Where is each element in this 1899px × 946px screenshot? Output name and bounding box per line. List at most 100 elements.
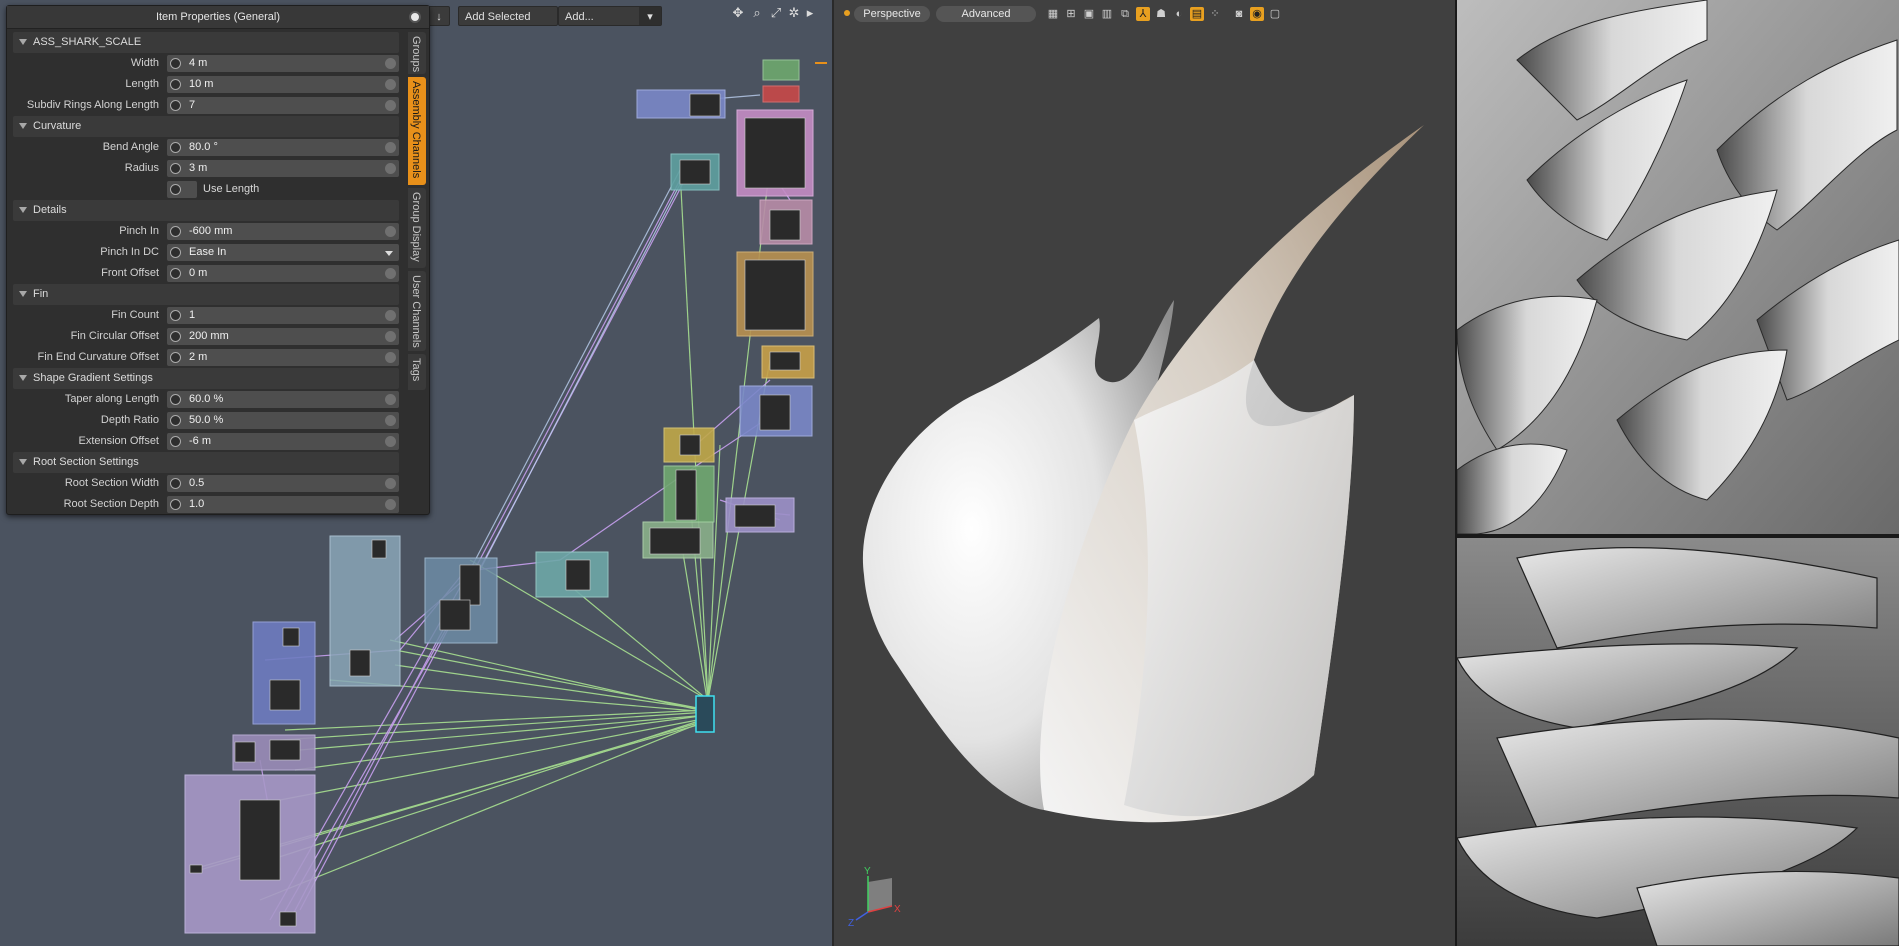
edit-icon[interactable] — [385, 331, 396, 342]
side-tab[interactable]: Group Display — [408, 188, 426, 268]
add-menu-dropdown[interactable]: Add... ▾ — [558, 6, 662, 26]
property-value: 60.0 % — [189, 393, 224, 405]
section-header[interactable]: Fin — [13, 284, 399, 305]
property-value: 7 — [189, 99, 196, 111]
search-icon[interactable]: ⌕ — [750, 6, 764, 20]
property-value: 50.0 % — [189, 414, 224, 426]
edit-icon[interactable] — [385, 352, 396, 363]
edit-icon[interactable] — [385, 415, 396, 426]
channel-link-icon[interactable] — [170, 58, 181, 69]
property-input[interactable]: 2 m — [167, 349, 399, 366]
property-label: Front Offset — [101, 267, 159, 279]
property-input[interactable]: 80.0 ° — [167, 139, 399, 156]
side-tab[interactable]: Groups — [408, 32, 426, 74]
edit-icon[interactable] — [385, 478, 396, 489]
property-input[interactable]: 7 — [167, 97, 399, 114]
section-header[interactable]: ASS_SHARK_SCALE — [13, 32, 399, 53]
use-length-checkbox[interactable] — [167, 181, 197, 198]
edit-icon[interactable] — [385, 58, 396, 69]
property-input[interactable]: -6 m — [167, 433, 399, 450]
side-tab[interactable]: Assembly Channels — [408, 77, 426, 185]
download-icon[interactable]: ↓ — [428, 6, 450, 26]
channel-link-icon[interactable] — [170, 436, 181, 447]
shark-scale-model[interactable]: Y X Z — [834, 0, 1455, 946]
add-menu-label: Add... — [565, 11, 594, 23]
channel-link-icon[interactable] — [170, 163, 181, 174]
property-label: Extension Offset — [78, 435, 159, 447]
property-row: Width 4 m — [13, 53, 399, 74]
section-header[interactable]: Shape Gradient Settings — [13, 368, 399, 389]
checkbox-row: Use Length — [13, 179, 399, 200]
property-input[interactable]: 50.0 % — [167, 412, 399, 429]
property-value: 0.5 — [189, 477, 205, 489]
checkbox-label: Use Length — [203, 183, 260, 195]
edit-icon[interactable] — [385, 142, 396, 153]
chevron-down-icon: ▾ — [639, 7, 661, 25]
channel-link-icon[interactable] — [170, 499, 181, 510]
reference-photos — [1455, 0, 1899, 946]
property-label: Pinch In DC — [100, 246, 159, 258]
channel-link-icon[interactable] — [170, 415, 181, 426]
property-label: Pinch In — [119, 225, 159, 237]
property-value: 80.0 ° — [189, 141, 218, 153]
edit-icon[interactable] — [385, 310, 396, 321]
property-input[interactable]: 1.0 — [167, 496, 399, 513]
gear-icon[interactable]: ✲ — [787, 6, 801, 20]
property-input[interactable]: 200 mm — [167, 328, 399, 345]
property-row: Radius 3 m — [13, 158, 399, 179]
channel-link-icon[interactable] — [170, 394, 181, 405]
axis-label-y: Y — [864, 866, 871, 877]
section-header[interactable]: Root Section Settings — [13, 452, 399, 473]
property-value: -600 mm — [189, 225, 233, 237]
add-selected-button[interactable]: Add Selected — [458, 6, 558, 26]
channel-link-icon[interactable] — [170, 310, 181, 321]
edit-icon[interactable] — [385, 268, 396, 279]
edit-icon[interactable] — [385, 226, 396, 237]
channel-link-icon[interactable] — [170, 352, 181, 363]
property-input[interactable]: -600 mm — [167, 223, 399, 240]
channel-link-icon[interactable] — [170, 247, 181, 258]
channel-link-icon[interactable] — [170, 100, 181, 111]
property-dropdown[interactable]: Ease In — [167, 244, 399, 261]
move-icon[interactable]: ✥ — [731, 6, 745, 20]
item-properties-panel: Item Properties (General) ASS_SHARK_SCAL… — [6, 5, 430, 515]
channel-link-icon[interactable] — [170, 331, 181, 342]
section-header[interactable]: Details — [13, 200, 399, 221]
property-input[interactable]: 0.5 — [167, 475, 399, 492]
section-header[interactable]: Curvature — [13, 116, 399, 137]
close-icon[interactable] — [409, 11, 421, 23]
edit-icon[interactable] — [385, 436, 396, 447]
property-row: Root Section Depth 1.0 — [13, 494, 399, 515]
property-input[interactable]: 4 m — [167, 55, 399, 72]
property-input[interactable]: 60.0 % — [167, 391, 399, 408]
channel-link-icon[interactable] — [170, 79, 181, 90]
side-tab-label: Tags — [410, 358, 422, 382]
edit-icon[interactable] — [385, 163, 396, 174]
play-icon[interactable]: ▸ — [803, 6, 817, 20]
property-value: 1.0 — [189, 498, 205, 510]
expand-triangle-icon — [19, 39, 27, 45]
edit-icon[interactable] — [385, 100, 396, 111]
chevron-down-icon — [385, 251, 393, 256]
side-tab[interactable]: Tags — [408, 354, 426, 390]
fit-icon[interactable]: ⤢ — [769, 6, 783, 20]
edit-icon[interactable] — [385, 499, 396, 510]
channel-link-icon[interactable] — [170, 268, 181, 279]
property-input[interactable]: 3 m — [167, 160, 399, 177]
property-value: 4 m — [189, 57, 208, 69]
property-input[interactable]: 1 — [167, 307, 399, 324]
channel-link-icon[interactable] — [170, 226, 181, 237]
sem-photo-bottom — [1457, 538, 1899, 946]
channel-link-icon[interactable] — [170, 142, 181, 153]
channel-link-icon[interactable] — [170, 184, 181, 195]
edit-icon[interactable] — [385, 79, 396, 90]
3d-viewport[interactable]: Perspective Advanced ▦ ⊞ ▣ ▥ ⧉ ⅄ ☗ ◐ ▤ ⁘… — [832, 0, 1455, 946]
property-input[interactable]: 10 m — [167, 76, 399, 93]
property-input[interactable]: 0 m — [167, 265, 399, 282]
channel-link-icon[interactable] — [170, 478, 181, 489]
property-label: Fin Circular Offset — [70, 330, 159, 342]
side-tab[interactable]: User Channels — [408, 271, 426, 351]
scale-right-face — [1124, 360, 1354, 817]
expand-triangle-icon — [19, 459, 27, 465]
edit-icon[interactable] — [385, 394, 396, 405]
